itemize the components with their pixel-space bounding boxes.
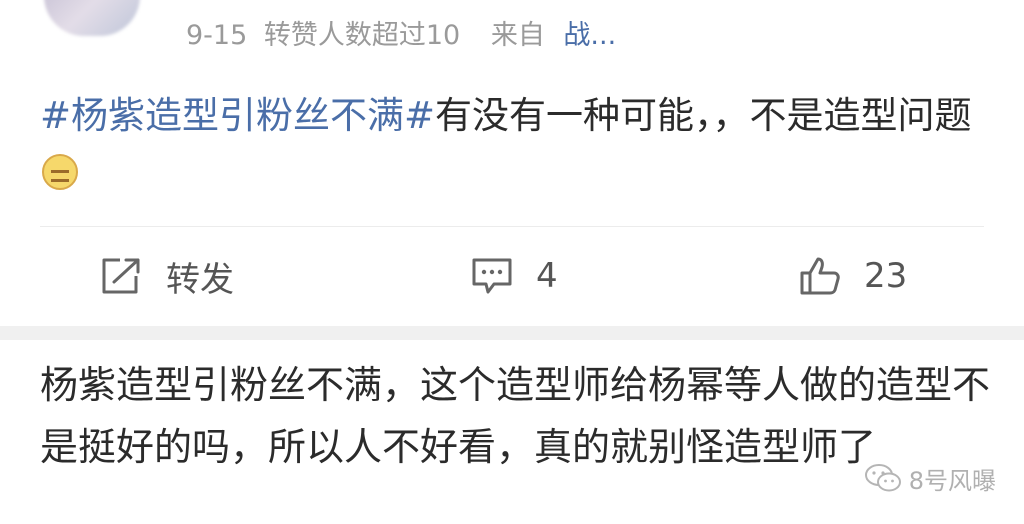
post-date: 9-15 bbox=[186, 20, 248, 51]
source-app-link[interactable]: 战... bbox=[563, 20, 616, 51]
hashtag-link[interactable]: #杨紫造型引粉丝不满# bbox=[40, 94, 435, 137]
comment-text: 杨紫造型引粉丝不满，这个造型师给杨幂等人做的造型不是挺好的吗，所以人不好看，真的… bbox=[40, 363, 991, 469]
comment-button[interactable]: 4 bbox=[470, 248, 558, 304]
post-text: #杨紫造型引粉丝不满#有没有一种可能，，不是造型问题 bbox=[40, 88, 990, 200]
like-button[interactable]: 23 bbox=[798, 248, 907, 304]
avatar[interactable] bbox=[44, 0, 140, 36]
like-count: 23 bbox=[864, 256, 908, 296]
section-separator bbox=[0, 326, 1024, 340]
source-prefix: 来自 bbox=[490, 20, 545, 51]
comment-count: 4 bbox=[536, 256, 558, 296]
watermark: 8号风曝 bbox=[863, 460, 996, 496]
weibo-post-card: 9-15 转赞人数超过10 来自 战... #杨紫造型引粉丝不满#有没有一种可能… bbox=[0, 0, 1024, 326]
repost-button[interactable]: 转发 bbox=[100, 248, 234, 304]
wechat-icon bbox=[864, 464, 901, 492]
post-meta: 9-15 转赞人数超过10 来自 战... bbox=[186, 16, 616, 56]
repost-info: 转赞人数超过10 bbox=[263, 20, 461, 51]
thumbs-up-icon bbox=[800, 257, 840, 295]
comment-icon bbox=[472, 258, 512, 294]
zipper-mouth-emoji-icon bbox=[42, 154, 78, 190]
watermark-text: 8号风曝 bbox=[908, 466, 996, 495]
share-icon bbox=[102, 258, 140, 294]
repost-label: 转发 bbox=[166, 259, 234, 300]
post-body: 有没有一种可能，，不是造型问题 bbox=[435, 94, 972, 137]
divider bbox=[40, 226, 984, 227]
